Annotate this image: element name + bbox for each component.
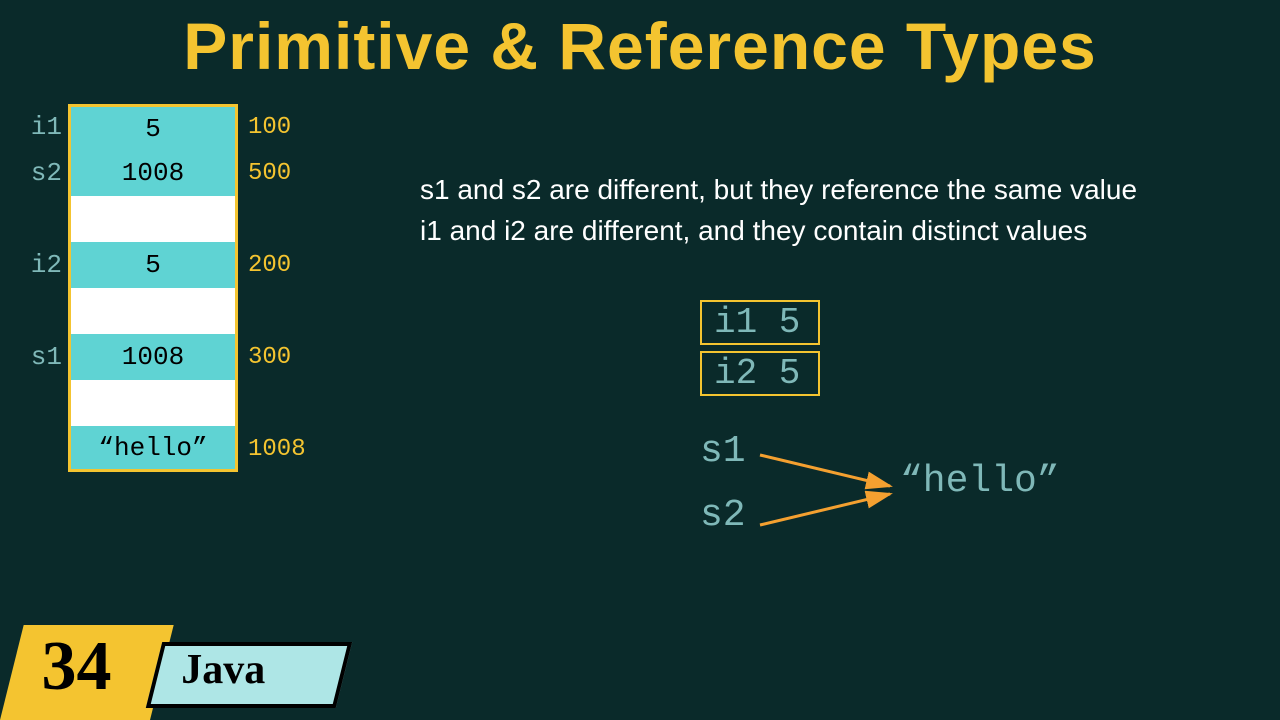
memory-address: 300 [238,344,308,371]
reference-arrows [750,430,950,570]
explain-line-2: i1 and i2 are different, and they contai… [420,211,1137,252]
memory-cell [68,196,238,242]
explain-line-1: s1 and s2 are different, but they refere… [420,170,1137,211]
memory-cell: 1008 [68,334,238,380]
primitive-boxes: i1 5 i2 5 [700,300,820,402]
memory-cell: 1008 [68,150,238,196]
memory-var-label: s2 [22,158,68,188]
language-badge: Java [146,642,352,708]
memory-row: s11008300 [22,334,322,380]
memory-table: i15100s21008500i25200s11008300“hello”100… [22,104,322,472]
memory-cell: 5 [68,104,238,150]
page-title: Primitive & Reference Types [0,0,1280,84]
memory-address: 500 [238,160,308,187]
memory-address: 100 [238,114,308,141]
memory-address: 200 [238,252,308,279]
memory-row: i25200 [22,242,322,288]
episode-number: 34 [13,625,163,707]
memory-cell [68,380,238,426]
memory-row [22,380,322,426]
memory-var-label: s1 [22,342,68,372]
box-i2: i2 5 [700,351,820,396]
ref-s1-label: s1 [700,430,746,473]
memory-address: 1008 [238,436,308,463]
ref-s2-label: s2 [700,494,746,537]
memory-row: “hello”1008 [22,426,322,472]
memory-cell: “hello” [68,426,238,472]
box-i1: i1 5 [700,300,820,345]
explanation-text: s1 and s2 are different, but they refere… [420,170,1137,251]
memory-row [22,196,322,242]
memory-cell: 5 [68,242,238,288]
memory-var-label: i2 [22,250,68,280]
memory-row [22,288,322,334]
memory-row: s21008500 [22,150,322,196]
memory-row: i15100 [22,104,322,150]
language-label: Java [159,646,341,694]
memory-var-label: i1 [22,112,68,142]
memory-cell [68,288,238,334]
